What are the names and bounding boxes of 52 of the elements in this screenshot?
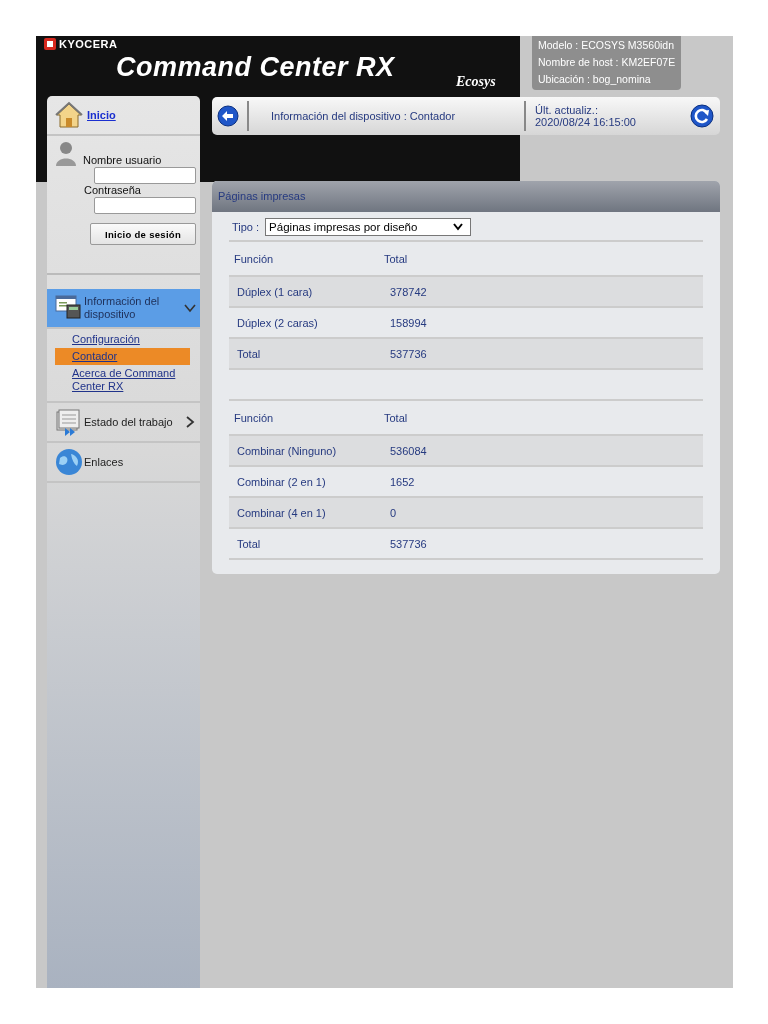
type-label: Tipo :: [232, 221, 260, 233]
breadcrumb-text: Información del dispositivo : Contador: [249, 101, 526, 131]
table-cell-text: Total: [236, 347, 262, 360]
column-header: Total: [383, 411, 409, 424]
chevron-down-icon: [184, 302, 196, 314]
column-header: Función: [233, 252, 275, 265]
table-cell-text: 1652: [389, 475, 416, 488]
table-cell-text: Combinar (4 en 1): [236, 506, 327, 519]
type-dropdown[interactable]: Páginas impresas por diseño: [265, 218, 472, 236]
table-cell-text: 0: [389, 506, 398, 519]
document-stack-icon: [55, 408, 83, 436]
device-info-text: Ubicación : bog_nomina: [538, 72, 652, 87]
chevron-right-icon: [184, 416, 196, 428]
submenu-link[interactable]: Acerca de Command Center RX: [47, 365, 200, 395]
globe-icon: [55, 448, 83, 476]
table-cell-text: Dúplex (1 cara): [236, 285, 314, 298]
table-cell-text: Dúplex (2 caras): [236, 316, 319, 329]
brand-mark-icon: [44, 38, 56, 50]
device-icon: [55, 294, 83, 322]
password-field[interactable]: [94, 197, 196, 214]
table-cell-text: Combinar (Ninguno): [236, 444, 338, 457]
last-updated-label: Últ. actualiz.:: [535, 104, 599, 116]
brand-logo: KYOCERA: [59, 38, 118, 50]
table-cell-text: 378742: [389, 285, 428, 298]
username-label: Nombre usuario: [83, 154, 162, 166]
table-cell-text: 537736: [389, 537, 428, 550]
home-link[interactable]: Inicio: [87, 109, 116, 121]
column-header: Total: [383, 252, 409, 265]
menu-item[interactable]: Información del dispositivo: [47, 289, 200, 329]
table-cell-text: 537736: [389, 347, 428, 360]
submenu-link[interactable]: Contador: [55, 348, 190, 365]
table-cell-text: 536084: [389, 444, 428, 457]
password-label: Contraseña: [84, 184, 141, 196]
device-info-text: Nombre de host : KM2EF07E: [538, 55, 676, 70]
app-title: Command Center RX: [116, 52, 396, 83]
table-cell-text: 158994: [389, 316, 428, 329]
username-field[interactable]: [94, 167, 196, 184]
last-updated-time: 2020/08/24 16:15:00: [535, 116, 637, 128]
home-icon: [55, 101, 83, 129]
ecosys-logo: Ecosys: [456, 74, 497, 90]
device-info-text: Modelo : ECOSYS M3560idn: [538, 38, 675, 53]
table-cell-text: Combinar (2 en 1): [236, 475, 327, 488]
caret-icon: [453, 223, 464, 231]
panel-title: Páginas impresas: [212, 181, 720, 212]
menu-item[interactable]: Estado del trabajo: [47, 403, 200, 443]
user-icon: [55, 140, 77, 166]
login-button[interactable]: Inicio de sesión: [90, 223, 196, 245]
table-cell-text: Total: [236, 537, 262, 550]
menu-item[interactable]: Enlaces: [47, 443, 200, 483]
column-header: Función: [233, 411, 275, 424]
submenu-link[interactable]: Configuración: [47, 331, 200, 348]
refresh-icon: [690, 104, 714, 128]
